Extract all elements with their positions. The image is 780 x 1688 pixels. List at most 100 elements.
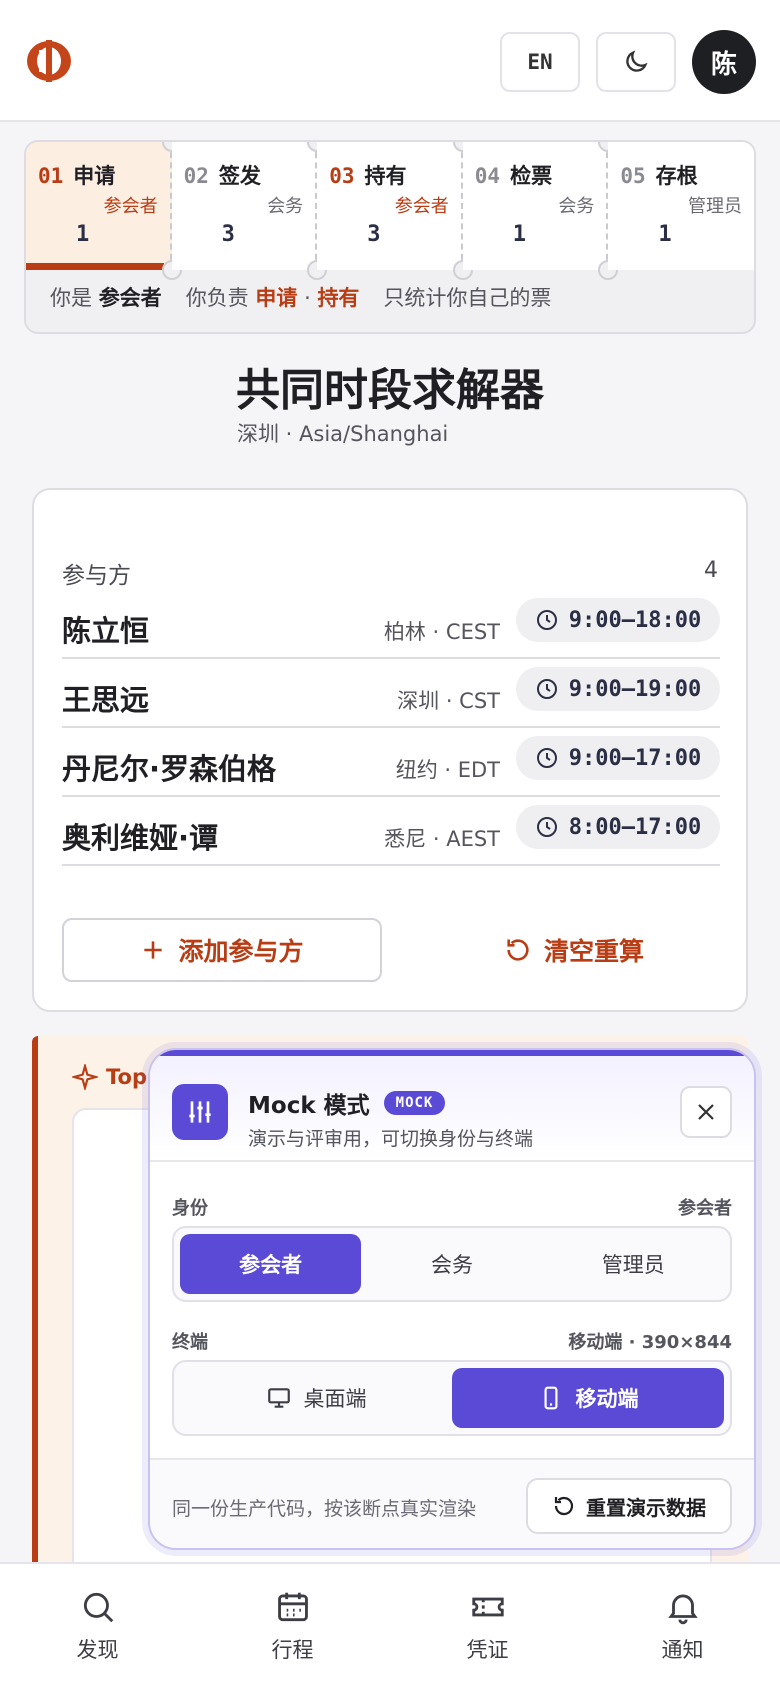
reset-demo-data-button[interactable]: 重置演示数据 [526,1478,732,1534]
mock-panel-footer: 同一份生产代码，按该断点真实渲染 重置演示数据 [150,1458,754,1548]
stats-note: 只统计你自己的票 [383,286,552,310]
terminal-value: 移动端 · 390×844 [568,1332,732,1353]
ticket-stage-tracker: 01 申请 参会者 1 02 签发 会务 3 03 持有 参会者 3 04 检票 会务 1 05 存根 管理员 1 你… [24,140,756,334]
search-icon [83,1592,113,1623]
participant-timezone: 深圳 · CST [397,689,500,713]
terminal-option-0[interactable]: 桌面端 [180,1368,452,1428]
participant-name: 奥利维娅·谭 [62,821,219,855]
identity-option-1[interactable]: 会务 [361,1234,542,1294]
clock-icon [536,679,557,699]
nav-item-label: 通知 [661,1638,704,1662]
calendar-icon [277,1592,308,1622]
clock-icon [536,748,557,768]
stage-number: 04 [474,164,501,188]
participant-hours: 9:00–19:00 [568,676,702,702]
stage-head: 04 检票 [475,160,552,190]
nav-item-label: 发现 [76,1638,119,1662]
reset-demo-data-label: 重置演示数据 [586,1495,706,1520]
participant-name: 丹尼尔·罗森伯格 [62,752,277,786]
app-header: EN 陈 [0,0,780,122]
participants-count: 4 [704,558,718,583]
participant-timezone: 悉尼 · AEST [384,827,500,851]
user-avatar[interactable]: 陈 [692,30,756,94]
mock-mode-panel: Mock 模式 MOCK 演示与评审用，可切换身份与终端 身份 参会者 参会者会… [148,1048,756,1550]
mobile-icon [544,1386,557,1410]
clear-recompute-label: 清空重算 [543,937,644,966]
stage-name: 申请 [73,164,116,188]
stage-number: 05 [620,164,646,188]
add-participant-label: 添加参与方 [178,937,304,966]
participant-hours-chip[interactable]: 9:00–18:00 [516,598,720,642]
stage-number: 02 [183,164,209,188]
identity-value: 参会者 [678,1198,732,1219]
stage-name: 存根 [655,164,698,188]
participant-hours: 9:00–18:00 [568,607,702,633]
identity-option-2[interactable]: 管理员 [543,1234,724,1294]
participant-row[interactable]: 奥利维娅·谭 悉尼 · AEST 8:00–17:00 [62,797,720,866]
mock-panel-header: Mock 模式 MOCK 演示与评审用，可切换身份与终端 [150,1056,754,1162]
participant-hours-chip[interactable]: 8:00–17:00 [516,805,720,849]
stage-05[interactable]: 05 存根管理员 1 [608,142,754,270]
stage-role: 会务 [558,196,595,217]
role-summary: 你是 参会者 [50,286,162,310]
stage-01[interactable]: 01 申请参会者 1 [26,142,172,270]
mock-subtitle: 演示与评审用，可切换身份与终端 [248,1128,534,1150]
clear-recompute-button[interactable]: 清空重算 [454,918,694,982]
identity-segmented-control: 参会者 会务 管理员 [172,1226,732,1302]
stage-number: 03 [329,164,355,188]
identity-label: 身份 [172,1198,208,1219]
participant-hours-chip[interactable]: 9:00–19:00 [516,667,720,711]
terminal-segmented-control: 桌面端 移动端 [172,1360,732,1436]
stage-role: 参会者 [103,196,158,217]
stage-count: 1 [512,222,527,247]
identity-option-0[interactable]: 参会者 [180,1234,362,1294]
top-results-label: Top [72,1064,147,1090]
participants-card: 参与方 4 陈立恒 柏林 · CEST 9:00–18:00 王思远 深圳 · CST 9… [32,488,748,1012]
nav-item-calendar[interactable]: 行程 [195,1564,390,1688]
participant-hours-chip[interactable]: 9:00–17:00 [516,736,720,780]
stage-count: 3 [221,222,235,247]
terminal-label: 终端 [172,1332,208,1353]
add-participant-button[interactable]: 添加参与方 [62,918,382,982]
moon-icon [626,50,648,72]
page-subtitle: 深圳 · Asia/Shanghai [237,422,449,446]
language-toggle-button[interactable]: EN [500,32,580,92]
close-icon [698,1104,714,1120]
identity-option-label: 管理员 [601,1253,665,1277]
theme-toggle-button[interactable] [596,32,676,92]
participant-row[interactable]: 丹尼尔·罗森伯格 纽约 · EDT 9:00–17:00 [62,728,720,797]
clock-icon [536,610,557,630]
desktop-icon [267,1388,290,1408]
nav-item-bell[interactable]: 通知 [585,1564,780,1688]
mock-footer-note: 同一份生产代码，按该断点真实渲染 [172,1498,477,1520]
stage-count: 1 [658,222,672,247]
brand-logo-icon[interactable] [24,36,74,86]
stage-number: 01 [38,164,64,188]
nav-item-search[interactable]: 发现 [0,1564,195,1688]
stage-count: 3 [367,222,381,247]
mock-badge: MOCK [383,1091,446,1115]
stage-footer: 你是 参会者 你负责 申请 · 持有 只统计你自己的票 [50,282,551,312]
participant-row[interactable]: 王思远 深圳 · CST 9:00–19:00 [62,659,720,728]
terminal-option-1[interactable]: 移动端 [452,1368,724,1428]
stage-count: 1 [76,222,90,247]
mock-title: Mock 模式 MOCK [248,1086,446,1120]
stage-03[interactable]: 03 持有 参会者 3 [317,142,463,270]
stage-04[interactable]: 04 检票 会务 1 [462,142,609,270]
plus-icon [144,941,163,959]
ticket-icon [471,1597,504,1617]
stage-02[interactable]: 02 签发 会务 3 [171,142,318,270]
page-title: 共同时段求解器 [236,365,544,416]
close-mock-button[interactable] [680,1086,732,1138]
nav-item-ticket[interactable]: 凭证 [390,1564,585,1688]
bottom-navigation: 发现 行程 凭证 通知 [0,1562,780,1688]
stage-role: 管理员 [687,196,742,217]
stage-name: 持有 [364,164,407,188]
bell-icon [667,1594,698,1625]
participants-label: 参与方 [62,563,131,589]
participant-name: 陈立恒 [62,614,150,648]
participant-row[interactable]: 陈立恒 柏林 · CEST 9:00–18:00 [62,590,720,659]
clock-icon [536,817,557,837]
participant-name: 王思远 [62,683,150,717]
nav-item-label: 凭证 [466,1638,509,1662]
